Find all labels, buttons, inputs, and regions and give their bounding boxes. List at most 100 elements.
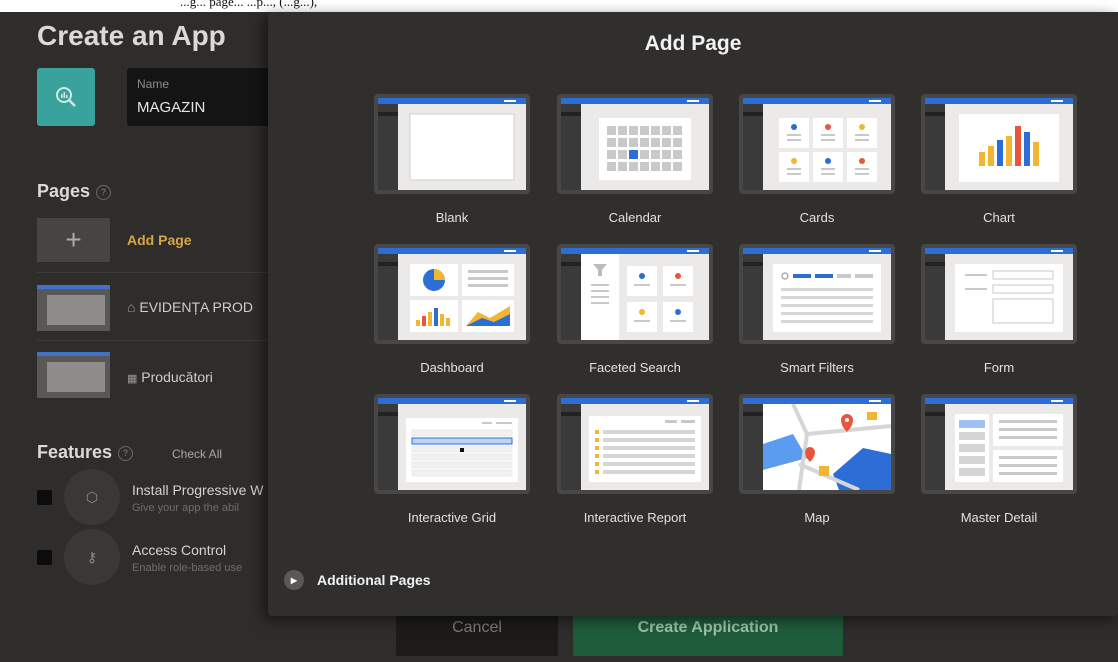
cards-illustration-icon xyxy=(763,104,891,190)
page-type-calendar[interactable]: Calendar xyxy=(557,94,713,225)
page-type-thumbnail[interactable] xyxy=(921,94,1077,194)
thumbnail-sidebar xyxy=(743,104,763,190)
grid-illustration-icon xyxy=(398,404,526,490)
dashboard-illustration-icon xyxy=(398,254,526,340)
feature-checkbox[interactable] xyxy=(37,490,52,505)
page-row-label[interactable]: ⌂ EVIDENȚA PROD xyxy=(127,299,253,315)
add-page-dialog: Add Page Blank Calendar Cards Chart Dash… xyxy=(268,12,1118,616)
page-type-grid[interactable]: Interactive Grid xyxy=(374,394,530,525)
help-icon[interactable]: ? xyxy=(118,445,134,461)
page-type-label: Master Detail xyxy=(960,510,1038,525)
page-type-label: Chart xyxy=(983,210,1015,225)
page-type-thumbnail[interactable] xyxy=(557,394,713,494)
key-icon: ⚷ xyxy=(64,529,120,585)
page-type-thumbnail[interactable] xyxy=(739,394,895,494)
thumbnail-sidebar xyxy=(743,404,763,490)
feature-description: Give your app the abil xyxy=(132,502,240,514)
page-type-master[interactable]: Master Detail xyxy=(921,394,1077,525)
page-type-label: Interactive Grid xyxy=(407,510,497,525)
page-type-thumbnail[interactable] xyxy=(374,244,530,344)
divider xyxy=(37,340,287,341)
page-type-label: Cards xyxy=(799,210,835,225)
features-heading: Features? xyxy=(37,442,134,463)
name-field[interactable]: Name MAGAZIN xyxy=(127,68,287,126)
faceted-illustration-icon xyxy=(581,254,709,340)
pages-heading-text: Pages xyxy=(37,181,91,201)
page-type-label: Dashboard xyxy=(420,360,484,375)
page-type-form[interactable]: Form xyxy=(921,244,1077,375)
page-type-thumbnail[interactable] xyxy=(921,394,1077,494)
form-illustration-icon xyxy=(945,254,1073,340)
page-title: Create an App xyxy=(37,20,226,51)
page-type-thumbnail[interactable] xyxy=(557,244,713,344)
page-type-map[interactable]: Map xyxy=(739,394,895,525)
page-type-cards[interactable]: Cards xyxy=(739,94,895,225)
help-icon[interactable]: ? xyxy=(96,184,112,200)
grid-icon: ▦ xyxy=(127,373,138,385)
thumbnail-sidebar xyxy=(561,404,581,490)
page-type-thumbnail[interactable] xyxy=(921,244,1077,344)
name-field-value[interactable]: MAGAZIN xyxy=(137,99,205,116)
thumbnail-sidebar xyxy=(561,254,581,340)
page-type-label: Smart Filters xyxy=(780,360,854,375)
page-type-label: Calendar xyxy=(608,210,662,225)
page-type-thumbnail[interactable] xyxy=(557,94,713,194)
page-type-label: Faceted Search xyxy=(589,360,681,375)
thumbnail-sidebar xyxy=(925,254,945,340)
page-type-report[interactable]: Interactive Report xyxy=(557,394,713,525)
smart-illustration-icon xyxy=(763,254,891,340)
feature-description: Enable role-based use xyxy=(132,562,243,574)
additional-pages-label: Additional Pages xyxy=(317,572,431,588)
top-strip: ...g... page... ...p..., (...g...), xyxy=(0,0,1118,12)
page-type-thumbnail[interactable] xyxy=(739,244,895,344)
feature-title: Install Progressive W xyxy=(132,482,264,498)
page-row-text: Producători xyxy=(141,369,213,385)
map-illustration-icon xyxy=(763,403,891,490)
feature-checkbox[interactable] xyxy=(37,550,52,565)
add-page-link[interactable]: Add Page xyxy=(127,232,192,248)
calendar-illustration-icon xyxy=(581,104,709,190)
add-page-tile[interactable]: + xyxy=(37,218,110,262)
app-icon-button[interactable] xyxy=(37,68,95,126)
check-all-link[interactable]: Check All xyxy=(172,447,222,461)
dialog-title: Add Page xyxy=(644,32,742,55)
feature-title: Access Control xyxy=(132,542,227,558)
thumbnail-sidebar xyxy=(378,254,398,340)
page-type-dashboard[interactable]: Dashboard xyxy=(374,244,530,375)
page-type-label: Blank xyxy=(435,210,469,225)
thumbnail-sidebar xyxy=(378,104,398,190)
thumbnail-sidebar xyxy=(743,254,763,340)
blank-illustration-icon xyxy=(398,104,526,190)
thumbnail-sidebar xyxy=(925,104,945,190)
name-field-label: Name xyxy=(137,77,170,91)
report-illustration-icon xyxy=(581,404,709,490)
pages-heading: Pages? xyxy=(37,181,112,202)
page-type-smart[interactable]: Smart Filters xyxy=(739,244,895,375)
chart-illustration-icon xyxy=(945,104,1073,190)
page-type-label: Form xyxy=(983,360,1015,375)
home-icon: ⌂ xyxy=(127,299,136,315)
features-heading-text: Features xyxy=(37,442,113,462)
page-type-thumbnail[interactable] xyxy=(374,94,530,194)
page-type-chart[interactable]: Chart xyxy=(921,94,1077,225)
magnifier-chart-icon xyxy=(56,87,76,107)
page-type-label: Interactive Report xyxy=(583,510,687,525)
page-thumbnail[interactable] xyxy=(37,352,110,398)
thumbnail-sidebar xyxy=(378,404,398,490)
package-icon: ⬡ xyxy=(64,469,120,525)
page-row-label[interactable]: ▦ Producători xyxy=(127,369,213,385)
page-type-thumbnail[interactable] xyxy=(374,394,530,494)
page-type-blank[interactable]: Blank xyxy=(374,94,530,225)
thumbnail-sidebar xyxy=(561,104,581,190)
additional-pages-toggle[interactable]: ▶ Additional Pages xyxy=(284,570,431,590)
page-type-label: Map xyxy=(804,510,830,525)
thumbnail-sidebar xyxy=(925,404,945,490)
divider xyxy=(37,272,287,273)
page-row-text: EVIDENȚA PROD xyxy=(139,299,253,315)
page-type-thumbnail[interactable] xyxy=(739,94,895,194)
page-thumbnail[interactable] xyxy=(37,285,110,331)
master-illustration-icon xyxy=(945,404,1073,490)
page-type-faceted[interactable]: Faceted Search xyxy=(557,244,713,375)
top-strip-text: ...g... page... ...p..., (...g...), xyxy=(180,0,318,9)
expand-icon[interactable]: ▶ xyxy=(284,570,304,590)
